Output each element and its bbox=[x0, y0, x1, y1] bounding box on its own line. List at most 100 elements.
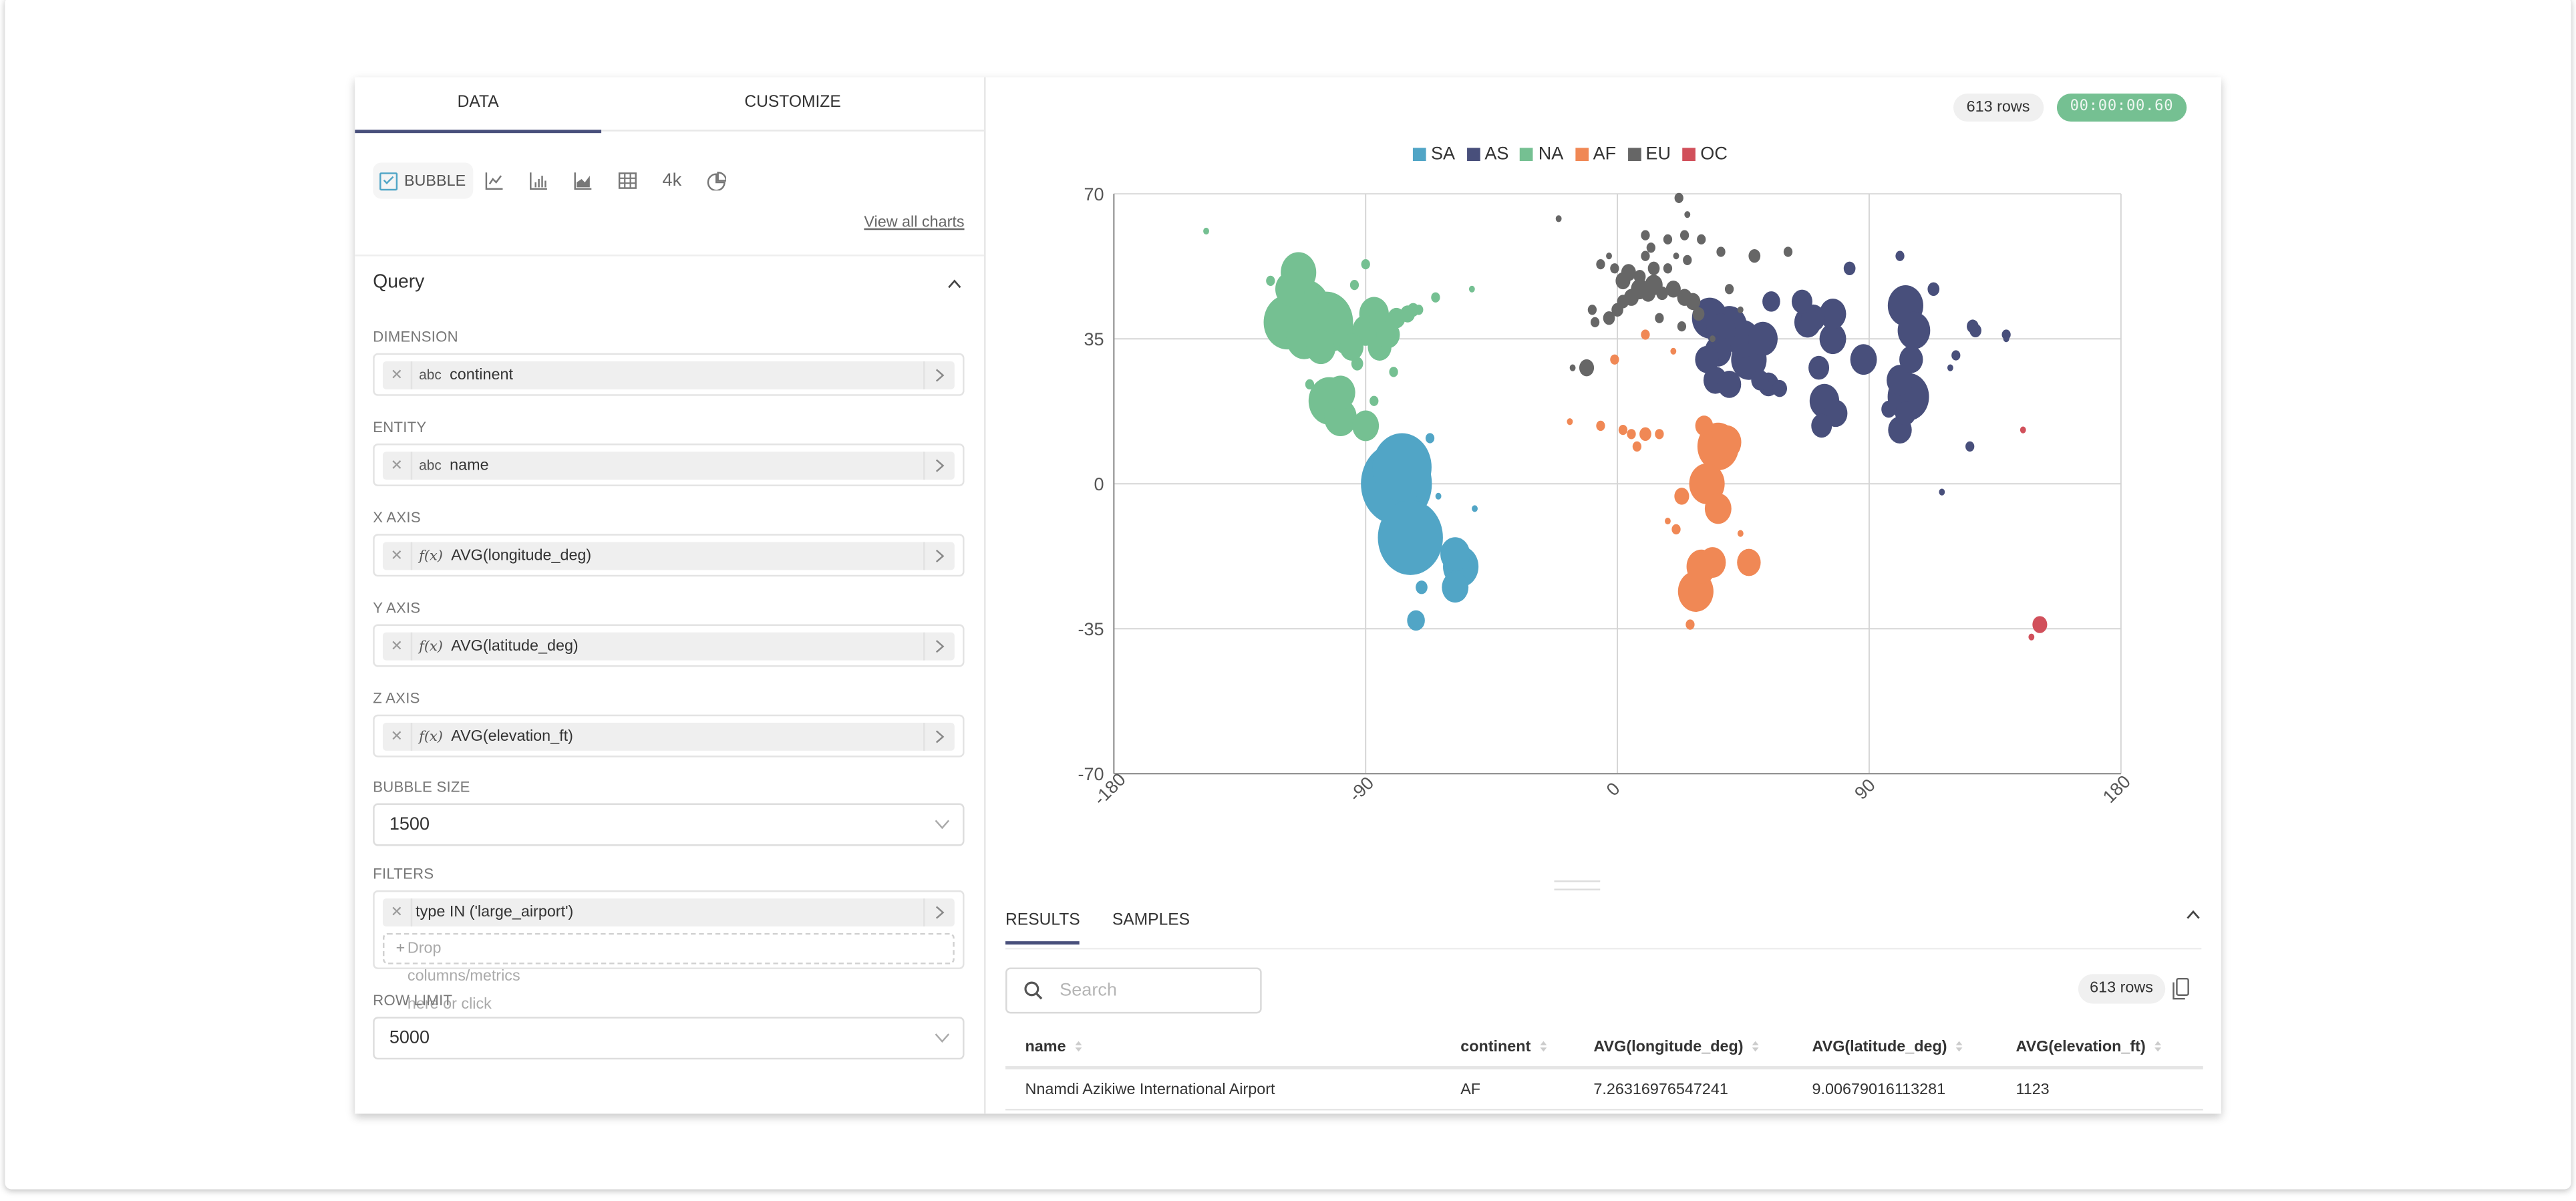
bubble-sa[interactable] bbox=[1372, 433, 1432, 502]
column-header-4[interactable]: AVG(elevation_ft) bbox=[2016, 1038, 2162, 1056]
bubble-as[interactable] bbox=[1939, 488, 1945, 496]
bubble-sa[interactable] bbox=[1435, 492, 1442, 500]
legend-item-eu[interactable]: EU bbox=[1627, 144, 1671, 164]
results-search[interactable] bbox=[1005, 967, 1262, 1014]
bubble-af[interactable] bbox=[1737, 548, 1761, 576]
column-header-2[interactable]: AVG(longitude_deg) bbox=[1593, 1038, 1760, 1056]
tab-samples[interactable]: SAMPLES bbox=[1112, 912, 1190, 930]
entity-field[interactable]: ✕ abc name bbox=[373, 443, 965, 486]
bubble-eu[interactable] bbox=[1641, 285, 1656, 302]
bubble-eu[interactable] bbox=[1674, 192, 1683, 204]
bubble-as[interactable] bbox=[1772, 379, 1788, 397]
bubble-eu[interactable] bbox=[1655, 313, 1664, 323]
bubble-sa[interactable] bbox=[1378, 500, 1443, 575]
bubble-eu[interactable] bbox=[1555, 215, 1562, 222]
filter-drop-zone[interactable]: + Drop columns/metrics here or click bbox=[382, 932, 955, 1013]
bubble-af[interactable] bbox=[1674, 488, 1689, 505]
viz-pie-chart[interactable] bbox=[694, 162, 738, 198]
viz-bubble-selected[interactable]: BUBBLE bbox=[373, 162, 473, 199]
bubble-eu[interactable] bbox=[1716, 246, 1726, 257]
search-input[interactable] bbox=[1056, 975, 1252, 1006]
bubble-eu[interactable] bbox=[1617, 295, 1629, 309]
remove-icon[interactable]: ✕ bbox=[383, 542, 413, 570]
bubble-eu[interactable] bbox=[1679, 230, 1689, 240]
sort-icon[interactable] bbox=[1074, 1040, 1082, 1053]
bubble-as[interactable] bbox=[1899, 345, 1923, 373]
viz-line-chart[interactable] bbox=[472, 162, 516, 198]
view-all-charts-link[interactable]: View all charts bbox=[864, 214, 964, 232]
column-header-3[interactable]: AVG(latitude_deg) bbox=[1812, 1038, 1963, 1056]
bubble-na[interactable] bbox=[1305, 379, 1315, 390]
y-axis-pill[interactable]: ✕ f(x) AVG(latitude_deg) bbox=[382, 632, 955, 661]
bubble-as[interactable] bbox=[1748, 321, 1778, 356]
bubble-eu[interactable] bbox=[1646, 242, 1655, 253]
sort-icon[interactable] bbox=[1752, 1040, 1760, 1053]
bubble-eu[interactable] bbox=[1606, 252, 1612, 260]
tab-data[interactable]: DATA bbox=[355, 77, 602, 134]
bubble-as[interactable] bbox=[1951, 350, 1961, 361]
bubble-af[interactable] bbox=[1712, 425, 1742, 460]
z-axis-field[interactable]: ✕ f(x) AVG(elevation_ft) bbox=[373, 714, 965, 757]
bubble-af[interactable] bbox=[1699, 547, 1726, 578]
chevron-right-icon[interactable] bbox=[923, 898, 955, 926]
bubble-sa[interactable] bbox=[1425, 433, 1435, 444]
bubble-eu[interactable] bbox=[1724, 284, 1734, 295]
bubble-as[interactable] bbox=[1843, 261, 1856, 275]
bubble-sa[interactable] bbox=[1472, 505, 1478, 512]
bubble-sa[interactable] bbox=[1407, 610, 1425, 631]
bubble-af[interactable] bbox=[1704, 493, 1732, 524]
x-axis-pill[interactable]: ✕ f(x) AVG(longitude_deg) bbox=[382, 542, 955, 570]
legend-item-as[interactable]: AS bbox=[1466, 144, 1508, 164]
remove-icon[interactable]: ✕ bbox=[383, 723, 413, 751]
bubble-as[interactable] bbox=[2003, 335, 2009, 343]
bubble-as[interactable] bbox=[1791, 289, 1812, 314]
bubble-na[interactable] bbox=[1431, 292, 1440, 303]
bubble-oc[interactable] bbox=[2020, 426, 2026, 434]
entity-pill[interactable]: ✕ abc name bbox=[382, 452, 955, 480]
copy-icon[interactable] bbox=[2172, 977, 2190, 1000]
bubble-na[interactable] bbox=[1275, 272, 1305, 307]
bubble-eu[interactable] bbox=[1697, 234, 1706, 245]
bubble-eu[interactable] bbox=[1748, 249, 1761, 263]
bubble-eu[interactable] bbox=[1684, 211, 1691, 218]
bubble-eu[interactable] bbox=[1783, 246, 1793, 257]
bubble-na[interactable] bbox=[1414, 305, 1424, 315]
bubble-eu[interactable] bbox=[1633, 270, 1646, 284]
bubble-as[interactable] bbox=[1811, 413, 1832, 438]
remove-icon[interactable]: ✕ bbox=[383, 632, 413, 661]
bubble-af[interactable] bbox=[1685, 619, 1695, 630]
y-axis-field[interactable]: ✕ f(x) AVG(latitude_deg) bbox=[373, 624, 965, 667]
bubble-as[interactable] bbox=[1897, 311, 1931, 349]
dimension-pill[interactable]: ✕ abc continent bbox=[382, 361, 955, 389]
bubble-na[interactable] bbox=[1266, 275, 1275, 287]
bubble-na[interactable] bbox=[1339, 333, 1363, 361]
bubble-eu[interactable] bbox=[1641, 250, 1650, 261]
bubble-na[interactable] bbox=[1349, 279, 1359, 291]
legend-item-na[interactable]: NA bbox=[1520, 144, 1563, 164]
bubble-na[interactable] bbox=[1351, 357, 1363, 371]
tab-results[interactable]: RESULTS bbox=[1005, 912, 1080, 945]
bubble-oc[interactable] bbox=[2032, 616, 2048, 633]
chevron-right-icon[interactable] bbox=[923, 542, 955, 570]
bubble-eu[interactable] bbox=[1692, 307, 1705, 321]
bubble-eu[interactable] bbox=[1579, 359, 1595, 377]
bubble-na[interactable] bbox=[1361, 259, 1370, 270]
bubble-af[interactable] bbox=[1596, 420, 1605, 432]
bubble-eu[interactable] bbox=[1610, 263, 1619, 274]
bubble-af[interactable] bbox=[1641, 329, 1650, 340]
sort-icon[interactable] bbox=[1955, 1040, 1963, 1053]
bubble-as[interactable] bbox=[1751, 369, 1769, 391]
bubble-eu[interactable] bbox=[1663, 234, 1673, 245]
bubble-eu[interactable] bbox=[1587, 305, 1597, 315]
bubble-eu[interactable] bbox=[1647, 261, 1660, 275]
bubble-na[interactable] bbox=[1468, 285, 1475, 293]
bubble-af[interactable] bbox=[1671, 524, 1681, 535]
bubble-na[interactable] bbox=[1203, 227, 1209, 235]
column-header-1[interactable]: continent bbox=[1460, 1038, 1547, 1056]
bubble-af[interactable] bbox=[1618, 424, 1628, 436]
bubble-sa[interactable] bbox=[1416, 580, 1428, 594]
x-axis-field[interactable]: ✕ f(x) AVG(longitude_deg) bbox=[373, 534, 965, 577]
bubble-af[interactable] bbox=[1670, 347, 1677, 355]
bubble-af[interactable] bbox=[1655, 429, 1664, 440]
bubble-as[interactable] bbox=[1927, 282, 1940, 296]
